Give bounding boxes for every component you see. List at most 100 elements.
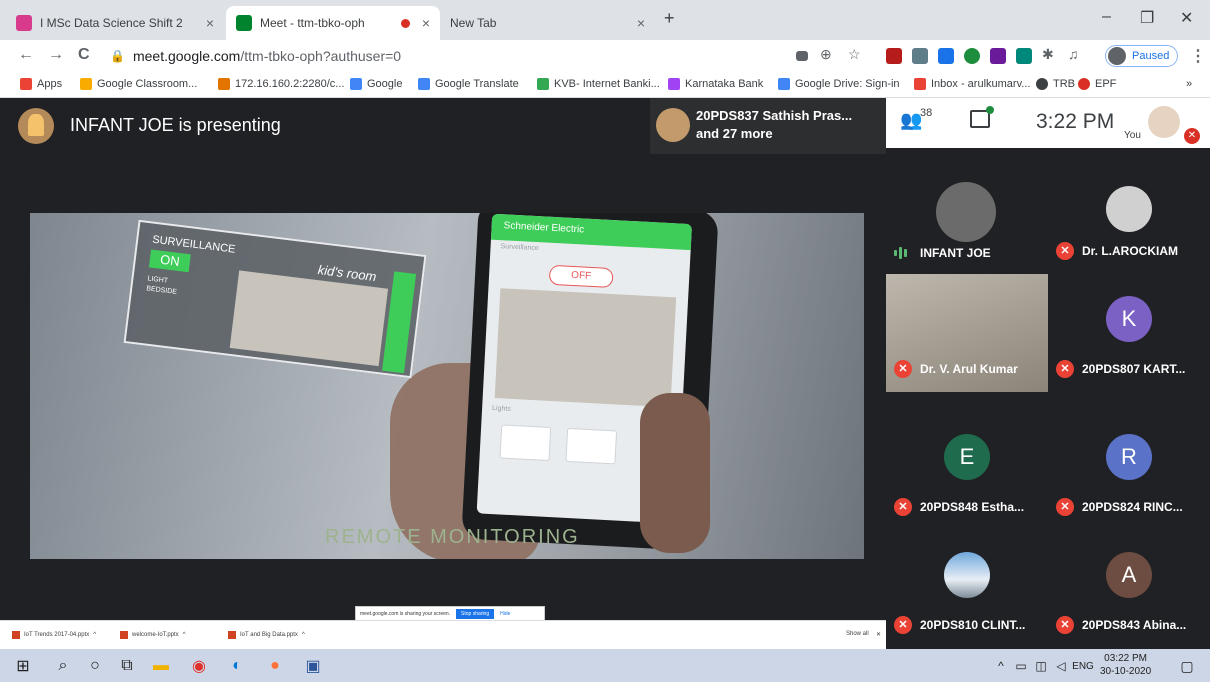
meeting-clock: 3:22 PM — [1036, 110, 1115, 133]
address-toolbar: ← → C 🔒 meet.google.com/ttm-tbko-oph?aut… — [0, 40, 1210, 72]
new-tab-button[interactable]: + — [664, 8, 675, 29]
bookmark-google[interactable]: Google — [350, 78, 402, 90]
presenter-banner: INFANT JOE is presenting — [0, 98, 640, 154]
participant-tile[interactable]: R ✕ 20PDS824 RINC... — [1048, 412, 1210, 530]
extension-icon[interactable] — [938, 48, 954, 64]
download-name: welcome-IoT.pptx — [132, 632, 179, 638]
search-icon[interactable]: ⌕ — [52, 655, 74, 677]
participant-avatar: R — [1106, 434, 1152, 480]
system-clock[interactable]: 03:22 PM 30-10-2020 — [1100, 652, 1151, 678]
url-host: meet.google.com — [132, 48, 241, 64]
back-button[interactable]: ← — [18, 46, 34, 64]
firefox-icon[interactable]: ● — [264, 655, 286, 677]
volume-icon[interactable]: ◁ — [1050, 655, 1072, 677]
presenter-avatar — [18, 108, 54, 144]
bookmark-ip[interactable]: 172.16.160.2:2280/c... — [218, 78, 344, 90]
language-indicator[interactable]: ENG — [1070, 655, 1096, 677]
participant-tile[interactable]: A ✕ 20PDS843 Abina... — [1048, 530, 1210, 648]
tab-close-icon[interactable]: × — [206, 15, 214, 31]
pptx-file-icon — [228, 631, 236, 639]
chevron-up-icon[interactable]: ^ — [302, 632, 305, 638]
stop-sharing-button[interactable]: Stop sharing — [456, 609, 495, 619]
tab-meet[interactable]: Meet - ttm-tbko-oph × — [226, 6, 440, 40]
close-window-button[interactable]: ✕ — [1180, 8, 1193, 28]
tab-classroom[interactable]: I MSc Data Science Shift 2 × — [6, 6, 224, 40]
google-icon — [778, 78, 790, 90]
minimize-button[interactable]: – — [1102, 8, 1111, 26]
bookmark-inbox[interactable]: Inbox - arulkumarv... — [914, 78, 1030, 90]
notifications-icon[interactable]: ▢ — [1176, 655, 1198, 677]
meet-top-bar: 👥 38 3:22 PM You ✕ — [886, 98, 1210, 148]
restore-button[interactable]: ❐ — [1140, 8, 1154, 28]
bookmarks-overflow-button[interactable]: » — [1186, 78, 1192, 90]
tray-up-icon[interactable]: ^ — [990, 655, 1012, 677]
bookmark-apps[interactable]: Apps — [20, 78, 62, 90]
puzzle-extensions-icon[interactable]: ✱ — [1042, 46, 1054, 63]
word-icon[interactable]: ▣ — [302, 655, 324, 677]
participant-tile[interactable]: INFANT JOE — [886, 156, 1048, 274]
participant-tile[interactable]: K ✕ 20PDS807 KART... — [1048, 274, 1210, 392]
self-avatar[interactable] — [1148, 106, 1180, 138]
file-explorer-icon[interactable]: ▬ — [150, 655, 172, 677]
participant-avatar: K — [1106, 296, 1152, 342]
bookmark-classroom[interactable]: Google Classroom... — [80, 78, 197, 90]
tab-close-icon[interactable]: × — [637, 15, 645, 31]
participant-tile[interactable]: ✕ Dr. V. Arul Kumar — [886, 274, 1048, 392]
profile-paused-button[interactable]: Paused — [1105, 45, 1179, 67]
forward-button[interactable]: → — [48, 46, 64, 64]
participant-name: 20PDS843 Abina... — [1082, 618, 1187, 632]
bookmark-epf[interactable]: EPF — [1078, 78, 1116, 90]
tab-title: New Tab — [450, 16, 497, 30]
bookmark-kvb[interactable]: KVB- Internet Banki... — [537, 78, 660, 90]
windows-start-icon[interactable]: ⊞ — [12, 655, 34, 677]
close-shelf-icon[interactable]: ✕ — [876, 631, 881, 638]
download-item[interactable]: IoT and Big Data.pptx ^ — [228, 631, 305, 639]
mic-off-icon: ✕ — [1056, 360, 1074, 378]
menu-dots-icon[interactable]: ⋮ — [1190, 46, 1206, 66]
bookmark-label: Apps — [37, 78, 63, 90]
participant-tile[interactable]: E ✕ 20PDS848 Estha... — [886, 412, 1048, 530]
participant-name: INFANT JOE — [920, 246, 991, 260]
sharing-notice-text: meet.google.com is sharing your screen. — [360, 611, 451, 617]
join-notification[interactable]: 20PDS837 Sathish Pras... and 27 more — [650, 98, 886, 154]
chat-icon[interactable] — [970, 106, 994, 128]
show-all-button[interactable]: Show all — [846, 631, 869, 637]
bookmark-karnataka[interactable]: Karnataka Bank — [668, 78, 763, 90]
extension-icon[interactable] — [990, 48, 1006, 64]
participant-tile[interactable]: ✕ Dr. L.AROCKIAM — [1048, 156, 1210, 274]
bookmark-drive[interactable]: Google Drive: Sign-in — [778, 78, 900, 90]
bookmark-label: Google Translate — [435, 78, 519, 90]
chevron-up-icon[interactable]: ^ — [183, 632, 186, 638]
camera-icon[interactable] — [796, 51, 808, 61]
edge-icon[interactable]: ◐ — [226, 655, 248, 677]
extension-icon[interactable] — [1016, 48, 1032, 64]
tab-close-icon[interactable]: × — [422, 15, 430, 31]
reload-button[interactable]: C — [78, 46, 90, 64]
tab-new-tab[interactable]: New Tab × — [440, 6, 655, 40]
participant-tile[interactable]: ✕ 20PDS810 CLINT... — [886, 530, 1048, 648]
bookmark-star-icon[interactable]: ☆ — [848, 46, 861, 63]
cortana-icon[interactable]: ○ — [84, 655, 106, 677]
bookmark-translate[interactable]: Google Translate — [418, 78, 519, 90]
bookmark-label: TRB — [1053, 78, 1075, 90]
extension-icon[interactable] — [912, 48, 928, 64]
epf-icon — [1078, 78, 1090, 90]
network-icon[interactable]: ◫ — [1030, 655, 1052, 677]
chevron-up-icon[interactable]: ^ — [93, 632, 96, 638]
grammarly-extension-icon[interactable] — [964, 48, 980, 64]
media-icon[interactable]: ♫ — [1068, 46, 1079, 62]
url-field[interactable]: 🔒 meet.google.com/ttm-tbko-oph?authuser=… — [110, 44, 870, 68]
download-item[interactable]: welcome-IoT.pptx ^ — [120, 631, 186, 639]
popup-camera-feed — [229, 270, 389, 367]
chrome-icon[interactable]: ◉ — [188, 655, 210, 677]
download-item[interactable]: IoT Trends 2017-04.pptx ^ — [12, 631, 96, 639]
battery-icon[interactable]: ▭ — [1010, 655, 1032, 677]
ublock-extension-icon[interactable] — [886, 48, 902, 64]
task-view-icon[interactable]: ⧉ — [116, 655, 138, 677]
zoom-icon[interactable]: ⊕ — [820, 46, 832, 63]
hide-button[interactable]: Hide — [500, 611, 510, 617]
participant-avatar — [936, 182, 996, 242]
phone-camera-feed — [494, 288, 677, 408]
participant-avatar — [1106, 186, 1152, 232]
bookmark-trb[interactable]: TRB — [1036, 78, 1075, 90]
